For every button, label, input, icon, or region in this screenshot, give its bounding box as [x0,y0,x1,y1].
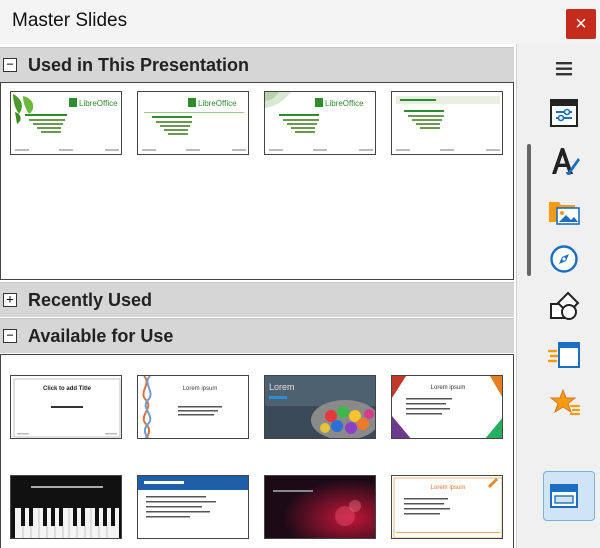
available-thumb-4-image: Lorem ipsum [392,376,502,438]
section-label-recent: Recently Used [28,290,153,310]
svg-text:Lorem ipsum: Lorem ipsum [431,485,466,491]
available-thumb-2-image: Lorem ipsum [138,376,248,438]
available-thumb-5-image [11,476,121,538]
gallery-icon[interactable] [547,194,581,228]
available-thumb-1-image: Click to add Title [11,376,121,438]
lo-brand-text: LibreOffice [79,99,118,108]
master-thumb-2-image: LibreOffice [138,92,248,154]
slide-transition-icon[interactable] [547,338,581,372]
svg-text:Lorem: Lorem [269,382,295,392]
available-thumb-8-image: Lorem ipsum [392,476,502,538]
svg-text:Lorem ipsum: Lorem ipsum [431,385,466,391]
animation-icon[interactable] [547,386,581,420]
svg-text:LibreOffice: LibreOffice [325,99,364,108]
available-thumb-6[interactable] [137,475,249,539]
master-slides-icon[interactable] [547,479,581,513]
section-label-used: Used in This Presentation [28,55,250,75]
available-thumb-3[interactable]: Lorem [264,375,376,439]
properties-icon[interactable] [547,96,581,130]
master-thumb-3-image: LibreOffice [265,92,375,154]
close-button[interactable]: × [566,9,596,39]
section-header-recent[interactable]: + Recently Used [0,282,514,317]
available-slides-pane: Click to add Title Lorem ipsum Lorem Lor… [0,354,514,548]
master-thumb-1-image: LibreOffice [11,92,121,154]
window-title: Master Slides [12,10,128,31]
svg-text:LibreOffice: LibreOffice [198,99,237,108]
master-thumb-3[interactable]: LibreOffice [264,91,376,155]
available-thumb-2[interactable]: Lorem ipsum [137,375,249,439]
master-thumb-4[interactable] [391,91,503,155]
available-thumb-1[interactable]: Click to add Title [10,375,122,439]
available-thumb-3-image: Lorem [265,376,375,438]
shapes-icon[interactable] [547,290,581,324]
section-header-available[interactable]: − Available for Use [0,318,514,353]
available-thumb-7-image [265,476,375,538]
title-bar: Master Slides × [0,0,600,44]
master-thumb-1[interactable]: LibreOffice [10,91,122,155]
collapse-icon[interactable]: − [3,58,17,72]
master-slides-panel: − Used in This Presentation LibreOffice [0,44,516,548]
sidebar-tab-bar [516,44,600,548]
available-thumb-7[interactable] [264,475,376,539]
navigator-icon[interactable] [547,242,581,276]
svg-text:Click to add Title: Click to add Title [43,386,92,392]
available-thumb-4[interactable]: Lorem ipsum [391,375,503,439]
section-header-used[interactable]: − Used in This Presentation [0,47,514,82]
master-thumb-4-image [392,92,502,154]
master-thumb-2[interactable]: LibreOffice [137,91,249,155]
section-label-available: Available for Use [28,326,174,346]
available-thumb-6-image [138,476,248,538]
used-slides-pane: LibreOffice LibreOffice LibreOffice [0,82,514,280]
available-thumb-8[interactable]: Lorem ipsum [391,475,503,539]
expand-icon[interactable]: + [3,293,17,307]
hamburger-menu-icon[interactable] [547,52,581,86]
collapse-icon[interactable]: − [3,329,17,343]
svg-text:Lorem ipsum: Lorem ipsum [183,386,218,392]
scrollbar[interactable] [527,144,531,276]
available-thumb-5[interactable] [10,475,122,539]
styles-icon[interactable] [547,144,581,178]
